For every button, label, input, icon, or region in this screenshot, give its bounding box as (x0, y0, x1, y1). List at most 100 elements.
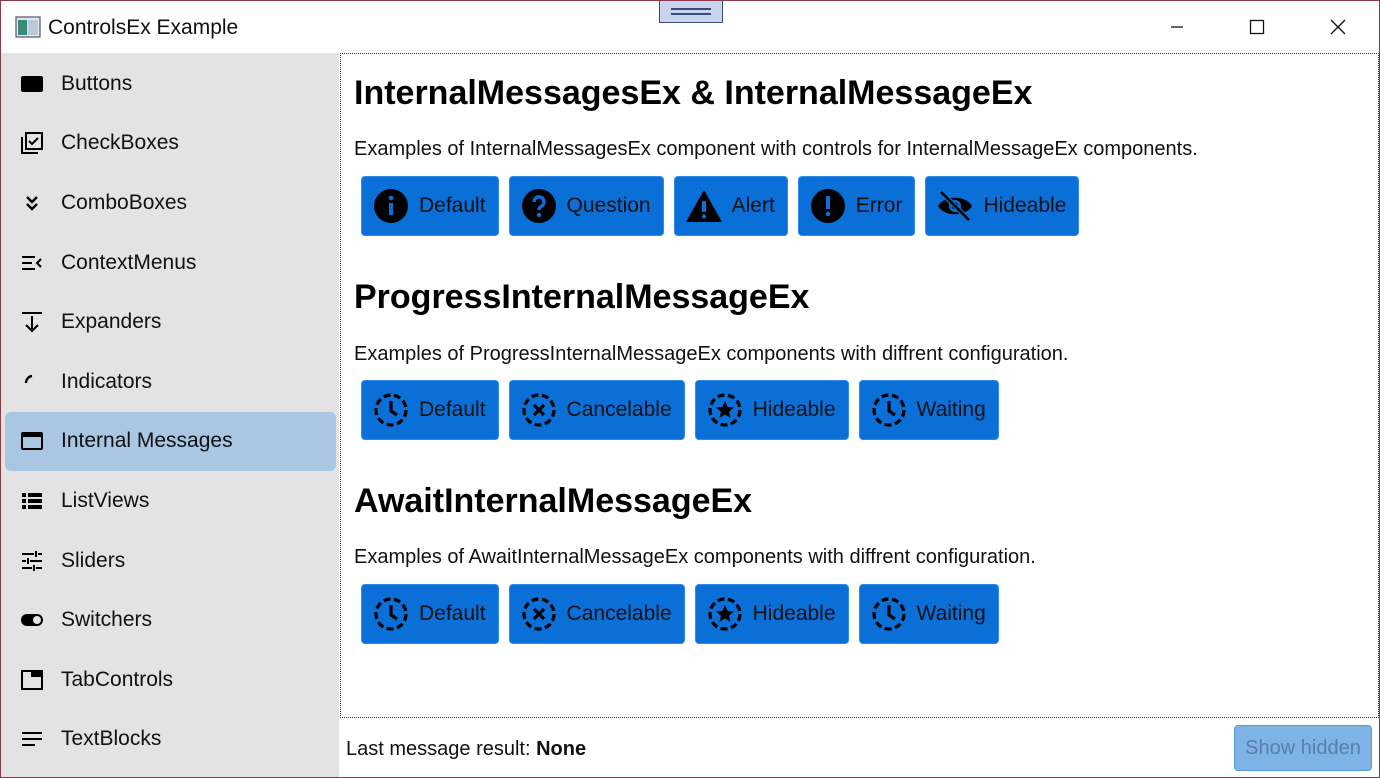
sidebar-item-sliders[interactable]: Sliders (5, 531, 336, 591)
progress-waiting-button[interactable]: Waiting (858, 380, 999, 440)
section-description: Examples of ProgressInternalMessageEx co… (354, 343, 1069, 365)
toggle-icon (19, 607, 45, 633)
sidebar-item-indicators[interactable]: Indicators (5, 352, 336, 412)
minimize-button[interactable] (1137, 1, 1217, 53)
button-label: Waiting (916, 398, 986, 421)
button-label: Default (419, 398, 486, 421)
sidebar-nav: Buttons CheckBoxes ComboBoxes ContextMen… (1, 53, 339, 777)
last-result-text: Last message result: None (346, 738, 586, 761)
button-label: Hideable (983, 194, 1067, 217)
sidebar-item-expanders[interactable]: Expanders (5, 292, 336, 352)
sidebar-item-label: Internal Messages (61, 429, 233, 453)
section-title: AwaitInternalMessageEx (354, 482, 753, 520)
sidebar-item-switchers[interactable]: Switchers (5, 590, 336, 650)
last-result-value: None (536, 738, 587, 760)
progress-hideable-button[interactable]: Hideable (694, 380, 849, 440)
loading-arc-icon (19, 369, 45, 395)
await-cancelable-button[interactable]: Cancelable (508, 584, 685, 644)
tab-icon (19, 667, 45, 693)
hideable-message-button[interactable]: Hideable (925, 176, 1080, 236)
await-default-button[interactable]: Default (361, 584, 499, 644)
maximize-icon (1249, 19, 1265, 35)
section-title: ProgressInternalMessageEx (354, 278, 810, 316)
app-window: ControlsEx Example Buttons CheckBoxes Co… (0, 0, 1380, 778)
progress-default-button[interactable]: Default (361, 380, 499, 440)
button-label: Alert (731, 194, 775, 217)
sidebar-item-internal-messages[interactable]: Internal Messages (5, 411, 336, 472)
clock-dashed-icon (372, 595, 410, 633)
button-row: Default Question Alert Error Hideable (361, 176, 1080, 236)
star-dashed-icon (706, 391, 744, 429)
arrow-collapse-down-icon (19, 309, 45, 335)
error-message-button[interactable]: Error (797, 176, 916, 236)
sidebar-item-buttons[interactable]: Buttons (5, 54, 336, 114)
close-dashed-icon (520, 391, 558, 429)
progress-cancelable-button[interactable]: Cancelable (508, 380, 685, 440)
drag-grip-handle[interactable] (659, 1, 723, 23)
section-title: InternalMessagesEx & InternalMessageEx (354, 74, 1033, 112)
app-icon (15, 16, 41, 38)
last-result-label: Last message result: (346, 738, 531, 760)
clock-dashed-icon (870, 595, 908, 633)
section-description: Examples of AwaitInternalMessageEx compo… (354, 546, 1036, 568)
alert-icon (685, 187, 723, 225)
await-hideable-button[interactable]: Hideable (694, 584, 849, 644)
minimize-icon (1171, 26, 1183, 28)
sidebar-item-textblocks[interactable]: TextBlocks (5, 710, 336, 770)
sidebar-item-label: Switchers (61, 608, 153, 632)
chevron-double-down-icon (19, 190, 45, 216)
sidebar-item-comboboxes[interactable]: ComboBoxes (5, 173, 336, 233)
section-description: Examples of InternalMessagesEx component… (354, 138, 1198, 160)
checkbox-multiple-icon (19, 130, 45, 156)
button-label: Question (566, 194, 651, 217)
info-icon (372, 187, 410, 225)
window-title: ControlsEx Example (48, 16, 239, 39)
question-message-button[interactable]: Question (508, 176, 664, 236)
show-hidden-button[interactable]: Show hidden (1234, 725, 1372, 771)
tune-icon (19, 548, 45, 574)
sidebar-item-contextmenus[interactable]: ContextMenus (5, 233, 336, 293)
sidebar-item-label: Indicators (61, 369, 153, 393)
error-icon (809, 187, 847, 225)
status-footer: Last message result: None Show hidden (340, 718, 1379, 777)
button-label: Cancelable (566, 602, 672, 625)
clock-dashed-icon (870, 391, 908, 429)
sidebar-item-tabcontrols[interactable]: TabControls (5, 650, 336, 710)
button-label: Cancelable (566, 398, 672, 421)
sidebar-item-label: Buttons (61, 71, 133, 95)
alert-message-button[interactable]: Alert (673, 176, 788, 236)
button-row: Default Cancelable Hideable Waiting (361, 584, 999, 644)
button-label: Default (419, 194, 486, 217)
button-label: Error (855, 194, 903, 217)
close-icon (1330, 19, 1346, 35)
window-icon (19, 428, 45, 454)
menu-open-icon (19, 250, 45, 276)
default-message-button[interactable]: Default (361, 176, 499, 236)
sidebar-item-label: Expanders (61, 310, 162, 334)
button-label: Hideable (752, 602, 836, 625)
sidebar-item-listviews[interactable]: ListViews (5, 471, 336, 531)
sidebar-item-label: TabControls (61, 667, 174, 691)
eye-off-icon (936, 187, 974, 225)
list-icon (19, 488, 45, 514)
clock-dashed-icon (372, 391, 410, 429)
close-button[interactable] (1298, 1, 1378, 53)
star-dashed-icon (706, 595, 744, 633)
main-content-panel: InternalMessagesEx & InternalMessageEx E… (340, 53, 1379, 718)
maximize-button[interactable] (1217, 1, 1297, 53)
button-label: Hideable (752, 398, 836, 421)
button-label: Default (419, 602, 486, 625)
sidebar-item-label: ListViews (61, 488, 150, 512)
sidebar-item-label: CheckBoxes (61, 131, 179, 155)
await-waiting-button[interactable]: Waiting (858, 584, 999, 644)
button-label: Waiting (916, 602, 986, 625)
sidebar-item-label: TextBlocks (61, 727, 162, 751)
sidebar-item-checkboxes[interactable]: CheckBoxes (5, 114, 336, 174)
sidebar-item-label: Sliders (61, 548, 126, 572)
close-dashed-icon (520, 595, 558, 633)
text-lines-icon (19, 726, 45, 752)
question-icon (520, 187, 558, 225)
title-bar[interactable]: ControlsEx Example (1, 1, 1379, 53)
button-icon (19, 71, 45, 97)
sidebar-item-label: ContextMenus (61, 250, 197, 274)
